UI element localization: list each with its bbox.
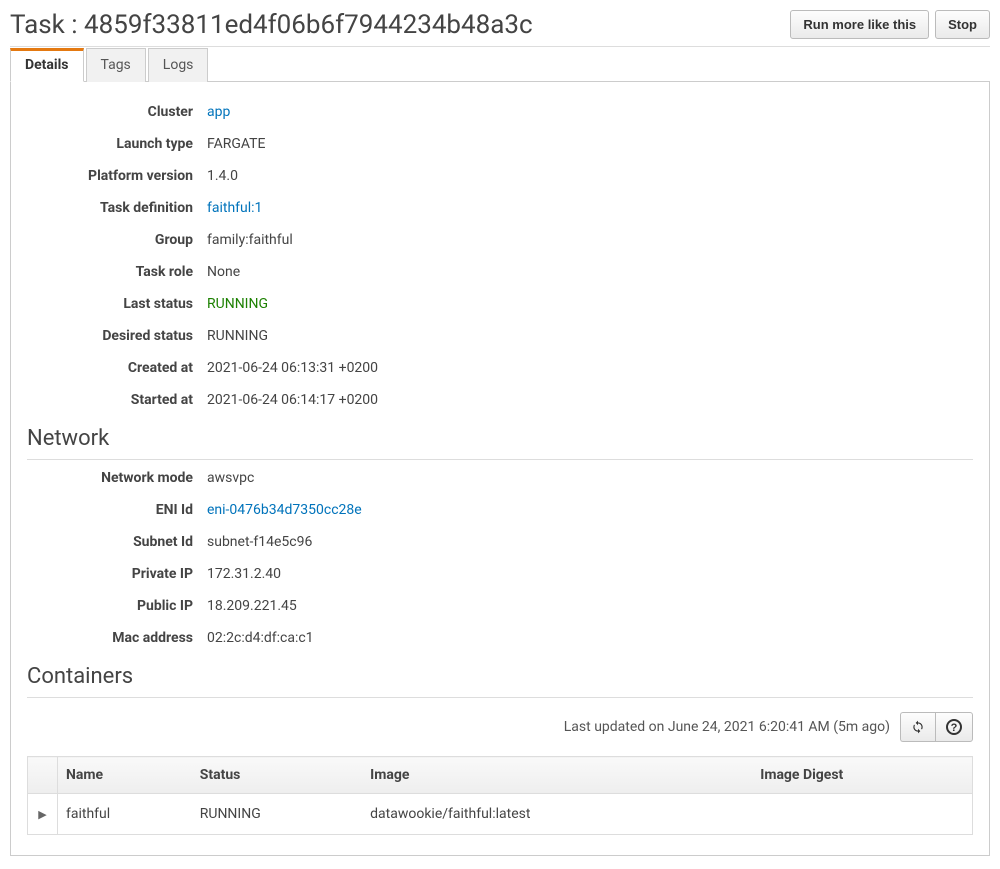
refresh-icon (911, 720, 925, 734)
col-image-digest[interactable]: Image Digest (752, 757, 972, 794)
help-button[interactable]: ? (935, 712, 973, 742)
tab-logs[interactable]: Logs (148, 48, 209, 82)
containers-heading: Containers (27, 664, 973, 698)
private-ip-value: 172.31.2.40 (207, 566, 281, 582)
platform-version-value: 1.4.0 (207, 168, 238, 184)
header-actions: Run more like this Stop (790, 10, 990, 39)
last-status-value: RUNNING (207, 296, 268, 312)
tab-tags[interactable]: Tags (86, 48, 146, 82)
help-icon: ? (946, 719, 962, 735)
expander-column-header (28, 757, 58, 794)
title-prefix: Task : (10, 10, 84, 40)
container-status: RUNNING (192, 794, 362, 835)
last-status-label: Last status (27, 296, 207, 312)
eni-id-label: ENI Id (27, 502, 207, 518)
subnet-id-label: Subnet Id (27, 534, 207, 550)
tab-bar: Details Tags Logs (10, 47, 990, 82)
launch-type-label: Launch type (27, 136, 207, 152)
last-updated-text: Last updated on June 24, 2021 6:20:41 AM… (564, 719, 890, 735)
container-name: faithful (58, 794, 192, 835)
col-name[interactable]: Name (58, 757, 192, 794)
created-at-label: Created at (27, 360, 207, 376)
public-ip-value: 18.209.221.45 (207, 598, 297, 614)
group-value: family:faithful (207, 232, 293, 248)
run-more-button[interactable]: Run more like this (790, 10, 929, 39)
page-title: Task : 4859f33811ed4f06b6f7944234b48a3c (10, 10, 533, 40)
group-label: Group (27, 232, 207, 248)
desired-status-label: Desired status (27, 328, 207, 344)
subnet-id-value: subnet-f14e5c96 (207, 534, 312, 550)
cluster-label: Cluster (27, 104, 207, 120)
containers-table: Name Status Image Image Digest ▶ faithfu… (27, 756, 973, 835)
containers-toolbar: ? (900, 712, 973, 742)
tab-details[interactable]: Details (10, 48, 84, 82)
desired-status-value: RUNNING (207, 328, 268, 344)
started-at-label: Started at (27, 392, 207, 408)
eni-id-link[interactable]: eni-0476b34d7350cc28e (207, 502, 362, 518)
col-image[interactable]: Image (362, 757, 752, 794)
network-heading: Network (27, 426, 973, 460)
refresh-button[interactable] (900, 712, 935, 742)
task-definition-label: Task definition (27, 200, 207, 216)
task-role-label: Task role (27, 264, 207, 280)
public-ip-label: Public IP (27, 598, 207, 614)
details-panel: Cluster app Launch type FARGATE Platform… (10, 82, 990, 856)
mac-address-label: Mac address (27, 630, 207, 646)
launch-type-value: FARGATE (207, 136, 265, 152)
network-mode-value: awsvpc (207, 470, 254, 486)
cluster-link[interactable]: app (207, 104, 230, 120)
created-at-value: 2021-06-24 06:13:31 +0200 (207, 360, 378, 376)
task-role-value: None (207, 264, 240, 280)
platform-version-label: Platform version (27, 168, 207, 184)
stop-button[interactable]: Stop (935, 10, 990, 39)
network-mode-label: Network mode (27, 470, 207, 486)
task-definition-link[interactable]: faithful:1 (207, 200, 262, 216)
task-id: 4859f33811ed4f06b6f7944234b48a3c (84, 10, 533, 40)
col-status[interactable]: Status (192, 757, 362, 794)
table-row: ▶ faithful RUNNING datawookie/faithful:l… (28, 794, 973, 835)
private-ip-label: Private IP (27, 566, 207, 582)
container-image: datawookie/faithful:latest (362, 794, 752, 835)
row-expander-icon[interactable]: ▶ (38, 808, 46, 821)
container-image-digest (752, 794, 972, 835)
started-at-value: 2021-06-24 06:14:17 +0200 (207, 392, 378, 408)
mac-address-value: 02:2c:d4:df:ca:c1 (207, 630, 314, 646)
